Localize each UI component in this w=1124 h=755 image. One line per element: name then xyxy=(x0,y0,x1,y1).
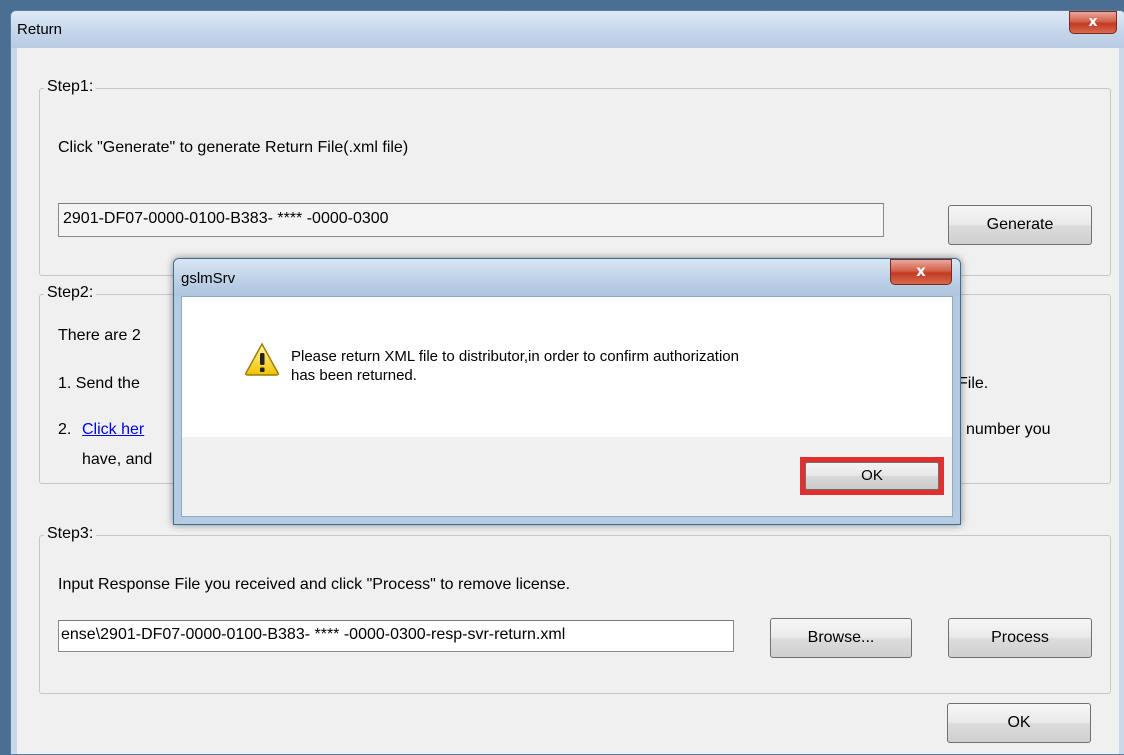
dialog-ok-button[interactable]: OK xyxy=(805,462,939,490)
dialog-message-area: Please return XML file to distributor,in… xyxy=(182,297,952,437)
step2-item2-number: 2. xyxy=(58,421,72,438)
step2-item1-suffix: File. xyxy=(958,375,989,392)
step3-title: Step3: xyxy=(44,525,97,543)
step3-instruction: Input Response File you received and cli… xyxy=(58,576,571,593)
step2-intro: There are 2 xyxy=(58,327,141,344)
step1-group: Step1: Click "Generate" to generate Retu… xyxy=(39,78,1111,276)
window-title: Return xyxy=(17,21,63,38)
dialog-title-bar[interactable]: gslmSrv x xyxy=(174,259,960,296)
dialog-message-line2: has been returned. xyxy=(291,367,417,384)
dialog-message-line1: Please return XML file to distributor,in… xyxy=(291,348,739,365)
dialog-ok-highlight: OK xyxy=(800,457,944,495)
message-dialog: gslmSrv x Please return XML file to dist… xyxy=(173,258,961,525)
step2-item2-suffix: number you xyxy=(966,421,1051,438)
step2-title: Step2: xyxy=(44,284,97,302)
title-bar[interactable]: Return x xyxy=(11,11,1124,48)
close-button[interactable]: x xyxy=(1069,11,1117,34)
main-ok-button[interactable]: OK xyxy=(947,703,1091,743)
step2-item1: 1. Send the xyxy=(58,375,140,392)
generate-button[interactable]: Generate xyxy=(948,205,1092,245)
warning-icon xyxy=(245,342,279,376)
process-button[interactable]: Process xyxy=(948,618,1092,658)
dialog-message: Please return XML file to distributor,in… xyxy=(291,347,891,385)
return-file-field[interactable]: 2901-DF07-0000-0100-B383- **** -0000-030… xyxy=(58,203,884,237)
dialog-client-area: Please return XML file to distributor,in… xyxy=(181,296,953,517)
step2-item2-continued: have, and xyxy=(82,451,153,468)
browse-button[interactable]: Browse... xyxy=(770,618,912,658)
step3-group: Step3: Input Response File you received … xyxy=(39,525,1111,694)
step1-title: Step1: xyxy=(44,78,97,96)
click-here-link[interactable]: Click her xyxy=(82,421,144,439)
response-file-field[interactable]: ense\2901-DF07-0000-0100-B383- **** -000… xyxy=(58,620,734,652)
step1-instruction: Click "Generate" to generate Return File… xyxy=(58,139,409,156)
dialog-close-button[interactable]: x xyxy=(890,259,952,285)
close-icon: x xyxy=(1088,14,1098,30)
close-icon: x xyxy=(916,262,926,280)
dialog-title: gslmSrv xyxy=(181,270,236,287)
